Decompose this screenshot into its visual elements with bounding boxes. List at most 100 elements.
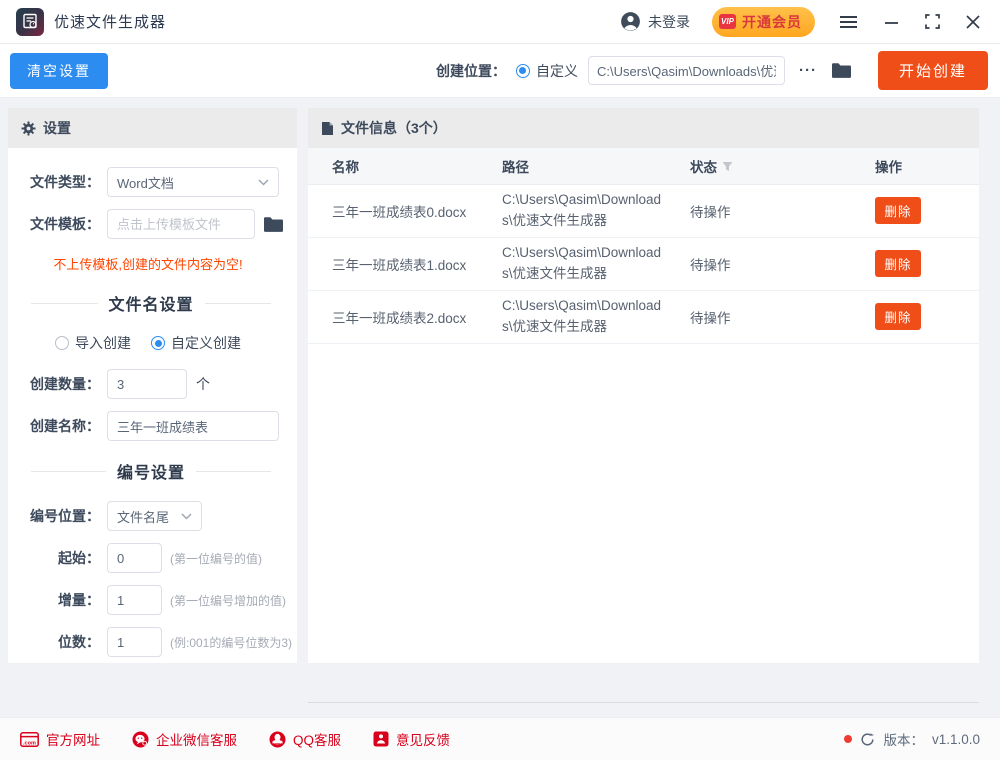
template-label: 文件模板： <box>17 214 107 234</box>
table-row: 三年一班成绩表1.docx C:\Users\Qasim\Downloads\优… <box>308 238 979 291</box>
status-dot-icon <box>844 735 852 743</box>
file-status: 待操作 <box>690 307 875 327</box>
filename-section-title: 文件名设置 <box>109 291 194 315</box>
file-type-value: Word文档 <box>117 173 174 192</box>
start-number-hint: (第一位编号的值) <box>170 550 262 567</box>
template-warning-text: 不上传模板,创建的文件内容为空! <box>17 254 279 273</box>
feedback-icon <box>373 731 389 747</box>
qq-support-link[interactable]: QQ客服 <box>269 729 341 749</box>
custom-create-radio[interactable]: 自定义创建 <box>151 333 241 353</box>
vip-button-label: 开通会员 <box>742 12 802 32</box>
clear-settings-button[interactable]: 清空设置 <box>10 53 108 89</box>
login-status-label: 未登录 <box>648 12 690 32</box>
create-name-label: 创建名称： <box>17 416 107 436</box>
app-title: 优速文件生成器 <box>54 11 166 32</box>
column-status: 状态 <box>690 156 717 176</box>
start-create-button[interactable]: 开始创建 <box>878 51 988 90</box>
maximize-icon <box>925 14 940 29</box>
wechat-icon <box>132 731 149 748</box>
create-mode-radios: 导入创建 自定义创建 <box>17 333 279 353</box>
wechat-support-label: 企业微信客服 <box>156 729 237 749</box>
file-status: 待操作 <box>690 254 875 274</box>
file-name: 三年一班成绩表2.docx <box>332 307 502 327</box>
wechat-support-link[interactable]: 企业微信客服 <box>132 729 237 749</box>
increment-input[interactable] <box>107 585 162 615</box>
refresh-icon[interactable] <box>860 732 875 747</box>
custom-create-label: 自定义创建 <box>171 333 241 353</box>
footer-bar: .com 官方网址 企业微信客服 QQ客服 意见反馈 <box>0 717 1000 760</box>
open-folder-button[interactable] <box>831 62 852 79</box>
template-folder-button[interactable] <box>263 216 284 233</box>
filename-section-header: 文件名设置 <box>31 291 271 315</box>
create-name-input[interactable] <box>107 411 279 441</box>
app-logo-icon <box>16 8 44 36</box>
file-name: 三年一班成绩表1.docx <box>332 254 502 274</box>
official-website-label: 官方网址 <box>46 729 100 749</box>
settings-panel-header: 设置 <box>8 108 297 148</box>
website-icon: .com <box>20 732 39 747</box>
version-area: 版本：v1.1.0.0 <box>844 729 980 749</box>
column-name: 名称 <box>332 156 502 176</box>
radio-unselected-icon <box>55 336 69 350</box>
create-count-input[interactable] <box>107 369 187 399</box>
file-path: C:\Users\Qasim\Downloads\优速文件生成器 <box>502 243 667 285</box>
close-icon <box>966 15 980 29</box>
version-value: v1.1.0.0 <box>932 732 980 747</box>
template-upload-input[interactable] <box>107 209 255 239</box>
radio-selected-icon <box>151 336 165 350</box>
vip-upgrade-button[interactable]: VIP 开通会员 <box>712 7 815 37</box>
settings-header-label: 设置 <box>43 118 71 138</box>
settings-panel: 设置 文件类型： Word文档 文件模板： <box>8 108 297 663</box>
hamburger-icon <box>839 15 858 29</box>
gear-icon <box>21 121 36 136</box>
save-path-input[interactable] <box>588 56 785 85</box>
custom-location-radio[interactable]: 自定义 <box>516 61 578 81</box>
file-info-header: 文件信息（3个） <box>308 108 979 148</box>
number-position-value: 文件名尾 <box>117 507 169 526</box>
import-create-label: 导入创建 <box>75 333 131 353</box>
divider <box>308 702 979 703</box>
start-number-input[interactable] <box>107 543 162 573</box>
radio-selected-icon <box>516 64 530 78</box>
table-row: 三年一班成绩表0.docx C:\Users\Qasim\Downloads\优… <box>308 185 979 238</box>
custom-location-radio-label: 自定义 <box>536 61 578 81</box>
table-row: 三年一班成绩表2.docx C:\Users\Qasim\Downloads\优… <box>308 291 979 344</box>
import-create-radio[interactable]: 导入创建 <box>55 333 131 353</box>
table-header: 名称 路径 状态 操作 <box>308 148 979 185</box>
file-path: C:\Users\Qasim\Downloads\优速文件生成器 <box>502 296 667 338</box>
digits-input[interactable] <box>107 627 162 657</box>
file-info-header-label: 文件信息（3个） <box>341 118 447 138</box>
chevron-down-icon <box>258 179 269 186</box>
number-section-header: 编号设置 <box>31 459 271 483</box>
create-count-label: 创建数量： <box>17 374 107 394</box>
feedback-label: 意见反馈 <box>396 729 450 749</box>
delete-button[interactable]: 删除 <box>875 197 921 224</box>
menu-button[interactable] <box>837 13 860 31</box>
close-button[interactable] <box>964 13 982 31</box>
feedback-link[interactable]: 意见反馈 <box>373 729 450 749</box>
qq-support-label: QQ客服 <box>293 729 341 749</box>
increment-label: 增量： <box>17 590 107 610</box>
minimize-icon <box>884 15 899 29</box>
number-position-label: 编号位置： <box>17 506 107 526</box>
file-name: 三年一班成绩表0.docx <box>332 201 502 221</box>
digits-hint: (例:001的编号位数为3) <box>170 634 292 651</box>
vip-badge-icon: VIP <box>719 14 736 29</box>
toolbar: 清空设置 创建位置： 自定义 ··· 开始创建 <box>0 44 1000 98</box>
maximize-button[interactable] <box>923 12 942 31</box>
file-type-select[interactable]: Word文档 <box>107 167 279 197</box>
filter-icon[interactable] <box>722 161 733 172</box>
official-website-link[interactable]: .com 官方网址 <box>20 729 100 749</box>
browse-more-button[interactable]: ··· <box>795 60 821 81</box>
user-icon <box>620 11 641 32</box>
create-location-label: 创建位置： <box>436 61 506 81</box>
number-section-title: 编号设置 <box>117 459 185 483</box>
minimize-button[interactable] <box>882 13 901 31</box>
delete-button[interactable]: 删除 <box>875 250 921 277</box>
number-position-select[interactable]: 文件名尾 <box>107 501 202 531</box>
qq-icon <box>269 731 286 748</box>
column-path: 路径 <box>502 156 690 176</box>
login-status[interactable]: 未登录 <box>620 11 690 32</box>
title-bar: 优速文件生成器 未登录 VIP 开通会员 <box>0 0 1000 44</box>
delete-button[interactable]: 删除 <box>875 303 921 330</box>
